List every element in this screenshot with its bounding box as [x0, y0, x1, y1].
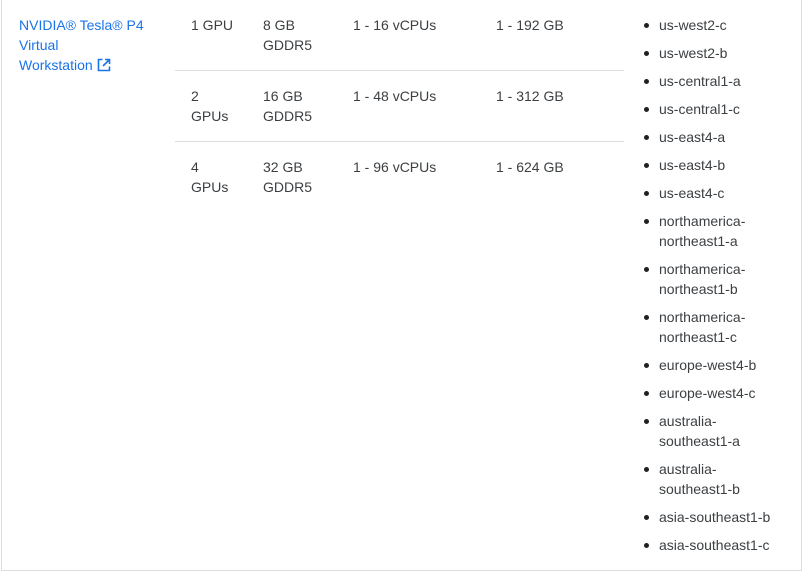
- gpu-count: 2: [191, 88, 199, 104]
- zone-item: us-east4-b: [642, 155, 792, 175]
- gpu-count: 1 GPU: [191, 17, 234, 33]
- vcpu-range: 1 - 48 vCPUs: [353, 88, 437, 104]
- zone-name-cont: southeast1-b: [659, 481, 740, 497]
- gpu-count-cell: 4 GPUs: [191, 157, 249, 197]
- gpu-model-name-line2: Virtual: [19, 37, 59, 53]
- zone-item: northamerica-northeast1-a: [642, 211, 792, 251]
- system-memory-range: 1 - 312 GB: [496, 88, 564, 104]
- gpu-memory-type: GDDR5: [263, 179, 313, 195]
- gpu-model-name-line3: Workstation: [19, 57, 93, 73]
- zone-name: northamerica-: [659, 261, 746, 277]
- zone-item: us-central1-c: [642, 99, 792, 119]
- gpu-memory-type: GDDR5: [263, 37, 313, 53]
- zone-item: northamerica-northeast1-b: [642, 259, 792, 299]
- zone-name: us-west2-b: [659, 45, 728, 61]
- gpu-memory-cell: 16 GB GDDR5: [263, 86, 333, 126]
- system-memory-range: 1 - 624 GB: [496, 159, 564, 175]
- zone-item: australia-southeast1-b: [642, 459, 792, 499]
- external-link-icon[interactable]: [97, 57, 111, 77]
- zone-item: us-west2-c: [642, 15, 792, 35]
- gpu-count-unit: GPUs: [191, 108, 229, 124]
- zone-item: europe-west4-c: [642, 383, 792, 403]
- zone-name: europe-west4-b: [659, 357, 757, 373]
- zone-name: asia-southeast1-b: [659, 509, 771, 525]
- gpu-model-cell: NVIDIA® Tesla® P4 Virtual Workstation: [19, 15, 169, 77]
- zone-name: australia-: [659, 461, 717, 477]
- zone-name-cont: northeast1-a: [659, 233, 738, 249]
- zone-item: europe-west4-b: [642, 355, 792, 375]
- zone-name: northamerica-: [659, 309, 746, 325]
- system-memory-range: 1 - 192 GB: [496, 17, 564, 33]
- gpu-count: 4: [191, 159, 199, 175]
- gpu-count-unit: GPUs: [191, 179, 229, 195]
- zone-item: us-central1-a: [642, 71, 792, 91]
- zone-name: us-west2-c: [659, 17, 727, 33]
- zone-item: northamerica-northeast1-c: [642, 307, 792, 347]
- zone-item: asia-southeast1-b: [642, 507, 792, 527]
- zone-name: europe-west4-c: [659, 385, 756, 401]
- zone-name-cont: northeast1-c: [659, 329, 737, 345]
- zone-name: us-east4-c: [659, 185, 725, 201]
- zone-item: us-east4-c: [642, 183, 792, 203]
- zone-name-cont: northeast1-b: [659, 281, 738, 297]
- gpu-memory-type: GDDR5: [263, 108, 313, 124]
- zone-item: us-west2-b: [642, 43, 792, 63]
- gpu-memory-cell: 8 GB GDDR5: [263, 15, 333, 55]
- zone-item: australia-southeast1-a: [642, 411, 792, 451]
- zone-name: us-east4-a: [659, 129, 726, 145]
- zone-name: asia-southeast1-c: [659, 537, 770, 553]
- config-row-1: 1 GPU 8 GB GDDR5 1 - 16 vCPUs 1 - 192 GB: [175, 0, 624, 71]
- zone-name: us-east4-b: [659, 157, 726, 173]
- gpu-count-cell: 2 GPUs: [191, 86, 249, 126]
- config-row-3: 4 GPUs 32 GB GDDR5 1 - 96 vCPUs 1 - 624 …: [175, 142, 624, 213]
- gpu-model-link[interactable]: NVIDIA® Tesla® P4 Virtual Workstation: [19, 17, 144, 73]
- zone-name: northamerica-: [659, 213, 746, 229]
- zone-name: us-central1-a: [659, 73, 741, 89]
- zone-name-cont: southeast1-a: [659, 433, 740, 449]
- zones-list: us-west2-c us-west2-b us-central1-a us-c…: [642, 15, 792, 563]
- zone-name: us-central1-c: [659, 101, 740, 117]
- gpu-model-name-line1: NVIDIA® Tesla® P4: [19, 17, 144, 33]
- gpu-memory-cell: 32 GB GDDR5: [263, 157, 333, 197]
- zone-item: us-east4-a: [642, 127, 792, 147]
- gpu-memory-size: 8 GB: [263, 17, 295, 33]
- vcpu-range: 1 - 16 vCPUs: [353, 17, 437, 33]
- zone-name: australia-: [659, 413, 717, 429]
- gpu-memory-size: 16 GB: [263, 88, 303, 104]
- zone-item: asia-southeast1-c: [642, 535, 792, 555]
- vcpu-range: 1 - 96 vCPUs: [353, 159, 437, 175]
- gpu-table: NVIDIA® Tesla® P4 Virtual Workstation 1 …: [1, 0, 802, 571]
- gpu-memory-size: 32 GB: [263, 159, 303, 175]
- config-row-2: 2 GPUs 16 GB GDDR5 1 - 48 vCPUs 1 - 312 …: [175, 71, 624, 142]
- gpu-count-cell: 1 GPU: [191, 15, 249, 35]
